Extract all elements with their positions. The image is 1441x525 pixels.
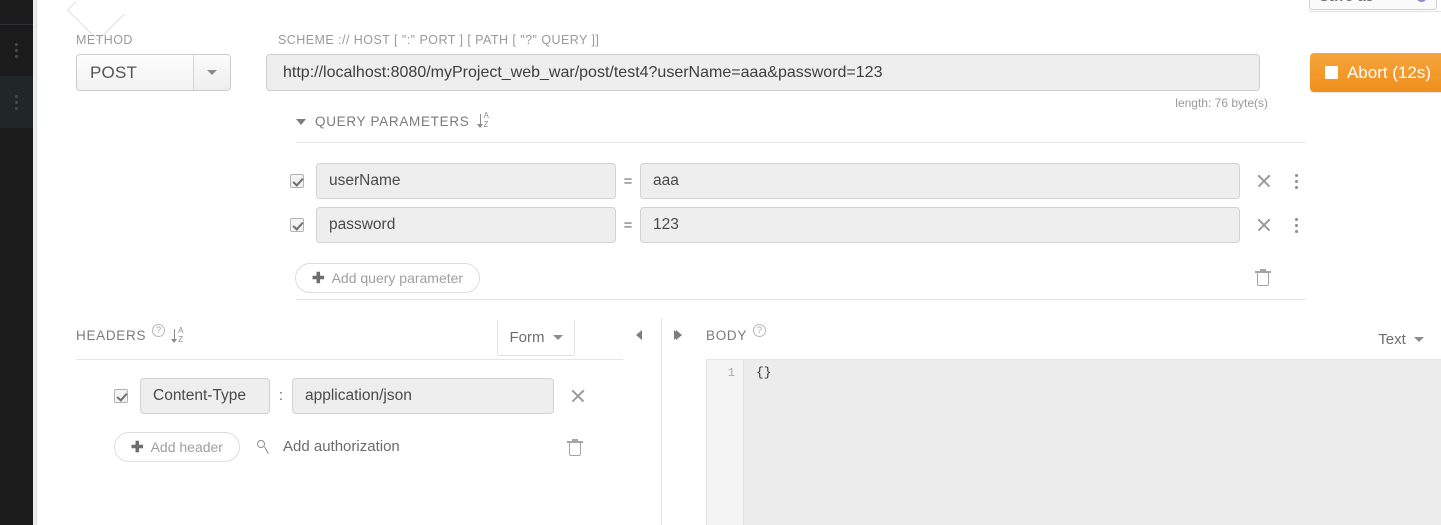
- body-format-label: Text: [1378, 330, 1406, 348]
- key-icon: [255, 438, 273, 455]
- url-label: SCHEME :// HOST [ ":" PORT ] [ PATH [ "?…: [278, 33, 600, 47]
- add-header-label: Add header: [150, 439, 223, 455]
- equals-sign: =: [623, 172, 633, 190]
- add-query-parameter-button[interactable]: ✚ Add query parameter: [295, 263, 481, 293]
- query-parameters-bottom-divider: [296, 299, 1306, 300]
- globe-icon: [1416, 0, 1427, 2]
- trash-icon[interactable]: [567, 439, 583, 457]
- query-param-key-input[interactable]: userName: [316, 163, 616, 199]
- triangle-down-icon[interactable]: [296, 118, 306, 125]
- add-header-button[interactable]: ✚ Add header: [114, 432, 240, 462]
- query-parameters-divider: [296, 142, 1306, 143]
- query-parameters-header: QUERY PARAMETERS AZ: [296, 112, 494, 130]
- body-title: BODY: [706, 328, 748, 343]
- query-param-checkbox[interactable]: [290, 218, 304, 232]
- request-builder-window: Save as METHOD SCHEME :// HOST [ ":" POR…: [0, 0, 1441, 525]
- editor-line-numbers: 1: [707, 360, 744, 525]
- header-value-input[interactable]: application/json: [292, 377, 554, 414]
- add-authorization-button[interactable]: Add authorization: [255, 438, 400, 455]
- abort-label: Abort (12s): [1346, 62, 1432, 82]
- save-as-button[interactable]: Save as: [1309, 0, 1437, 10]
- header-checkbox[interactable]: [114, 388, 128, 403]
- body-format-select[interactable]: Text: [1365, 322, 1437, 356]
- rail-gutter: [33, 0, 37, 525]
- close-icon[interactable]: [565, 383, 591, 409]
- query-param-value-input[interactable]: 123: [640, 207, 1240, 243]
- query-param-value: 123: [653, 216, 679, 233]
- table-row: Content-Type : application/json: [114, 377, 591, 414]
- add-authorization-label: Add authorization: [283, 438, 400, 455]
- header-key-value: Content-Type: [153, 386, 247, 404]
- watermark: https://blog.csdn.net/qq_38366063: [1194, 494, 1431, 511]
- sort-az-icon[interactable]: AZ: [171, 327, 188, 345]
- table-row: password = 123: [290, 207, 1307, 243]
- abort-button[interactable]: Abort (12s): [1310, 53, 1441, 92]
- header-key-input[interactable]: Content-Type: [140, 377, 270, 414]
- query-param-checkbox[interactable]: [290, 174, 304, 188]
- table-row: userName = aaa: [290, 163, 1307, 199]
- query-param-value: aaa: [653, 172, 679, 189]
- triangle-left-icon[interactable]: [636, 330, 642, 340]
- equals-sign: =: [623, 216, 633, 234]
- headers-view-mode-label: Form: [509, 329, 545, 346]
- method-value: POST: [90, 62, 138, 82]
- panel-split-divider: [661, 318, 662, 525]
- plus-icon: ✚: [312, 269, 325, 287]
- url-length-hint: length: 76 byte(s): [1175, 96, 1268, 110]
- save-as-label: Save as: [1319, 0, 1373, 5]
- help-circle-icon[interactable]: ?: [152, 324, 166, 337]
- trash-icon[interactable]: [1255, 269, 1271, 287]
- kebab-menu-icon: [15, 94, 18, 110]
- save-as-area: Save as: [1309, 0, 1441, 12]
- rail-menu-2[interactable]: [0, 76, 33, 128]
- headers-view-mode-select[interactable]: Form: [497, 320, 575, 356]
- kebab-menu-icon: [15, 42, 18, 58]
- header-value: application/json: [305, 386, 412, 404]
- left-rail: [0, 0, 33, 525]
- triangle-right-icon[interactable]: [676, 330, 682, 340]
- rail-menu-1[interactable]: [0, 24, 33, 76]
- method-dropdown-button[interactable]: [193, 55, 230, 90]
- query-parameters-title: QUERY PARAMETERS: [315, 114, 470, 129]
- method-select[interactable]: POST: [76, 54, 231, 91]
- panel-fold-mask: [76, 0, 136, 14]
- headers-title: HEADERS: [76, 328, 147, 343]
- caret-down-icon: [552, 335, 563, 340]
- query-param-key-value: password: [329, 216, 396, 233]
- add-query-parameter-label: Add query parameter: [331, 270, 464, 286]
- help-circle-icon[interactable]: ?: [753, 324, 767, 337]
- url-input[interactable]: http://localhost:8080/myProject_web_war/…: [266, 54, 1260, 91]
- method-label: METHOD: [76, 33, 133, 47]
- stop-square-icon: [1324, 66, 1338, 79]
- main-panel: Save as METHOD SCHEME :// HOST [ ":" POR…: [38, 0, 1441, 525]
- url-value: http://localhost:8080/myProject_web_war/…: [283, 63, 883, 81]
- query-param-key-value: userName: [329, 172, 401, 189]
- kebab-menu-icon[interactable]: [1285, 214, 1307, 236]
- plus-icon: ✚: [131, 438, 144, 456]
- query-param-value-input[interactable]: aaa: [640, 163, 1240, 199]
- colon-sign: :: [278, 387, 284, 404]
- close-icon[interactable]: [1251, 212, 1277, 238]
- sort-az-icon[interactable]: AZ: [476, 112, 494, 130]
- body-header: BODY ?: [706, 324, 767, 343]
- abort-button-group: Abort (12s): [1310, 53, 1441, 92]
- kebab-menu-icon[interactable]: [1285, 170, 1307, 192]
- caret-down-icon: [1413, 336, 1424, 342]
- headers-divider: [76, 359, 623, 360]
- query-param-key-input[interactable]: password: [316, 207, 616, 243]
- close-icon[interactable]: [1251, 168, 1277, 194]
- caret-down-icon: [207, 70, 217, 75]
